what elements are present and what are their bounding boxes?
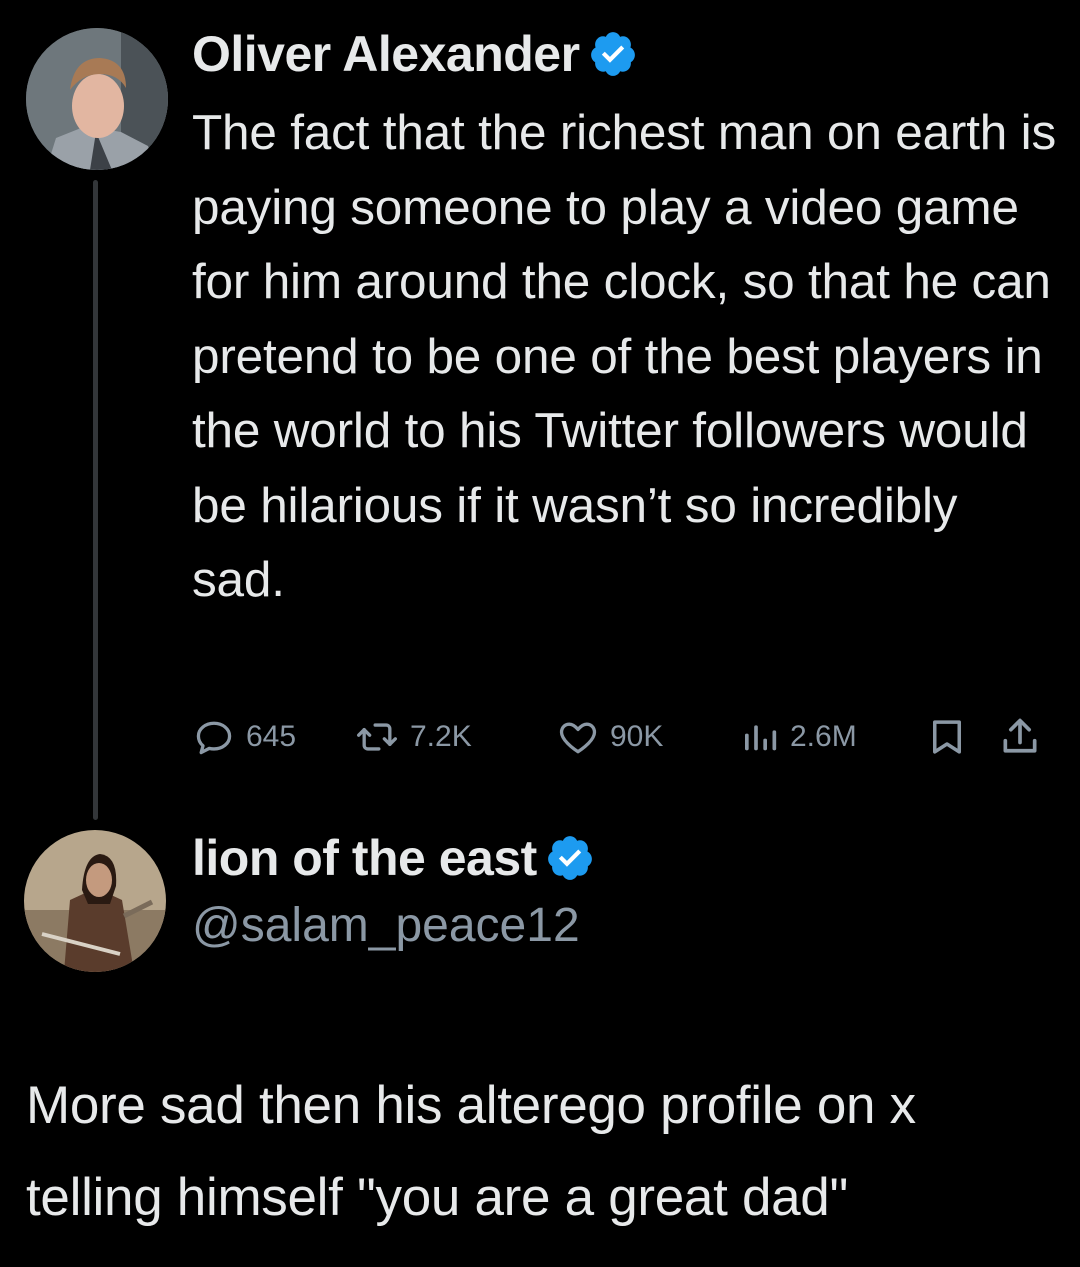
reply-body: More sad then his alterego profile on x …: [26, 1076, 916, 1227]
like-button[interactable]: 90K: [556, 712, 663, 762]
verified-badge-icon: [545, 833, 595, 883]
author-row: Oliver Alexander: [192, 22, 638, 86]
views-icon: [745, 725, 777, 751]
reply-icon: [196, 721, 232, 755]
reply-author-handle[interactable]: @salam_peace12: [192, 898, 580, 953]
reply-author-name[interactable]: lion of the east: [192, 829, 537, 887]
heart-icon: [559, 722, 597, 754]
retweet-icon: [357, 723, 397, 751]
share-icon: [1003, 718, 1037, 753]
author-name[interactable]: Oliver Alexander: [192, 25, 580, 83]
verified-badge-icon: [588, 29, 638, 79]
reply-button[interactable]: 645: [192, 712, 296, 762]
retweet-button[interactable]: 7.2K: [354, 712, 472, 762]
retweet-count: 7.2K: [410, 720, 472, 753]
thread-connector-line: [93, 180, 98, 820]
reply-author-row: lion of the east: [192, 826, 595, 890]
views-button[interactable]: 2.6M: [740, 712, 857, 762]
reply-count: 645: [246, 720, 297, 753]
share-button[interactable]: [998, 712, 1052, 762]
bookmark-button[interactable]: [926, 712, 978, 762]
like-count: 90K: [610, 720, 664, 753]
avatar-oliver-alexander[interactable]: [26, 28, 168, 170]
tweet-body: The fact that the richest man on earth i…: [192, 105, 1056, 607]
avatar-lion-of-the-east[interactable]: [24, 830, 166, 972]
tweet-action-bar: 645 7.2K 90K 2.6M: [192, 712, 1052, 762]
bookmark-icon: [933, 720, 961, 754]
views-count: 2.6M: [790, 720, 857, 753]
